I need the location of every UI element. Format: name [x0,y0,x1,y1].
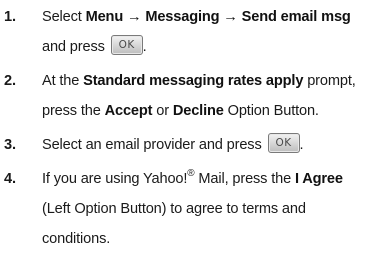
step-text: Option Button. [223,103,319,119]
step-text: . [299,137,304,153]
step-text: and press [42,39,109,55]
step-number: 2. [4,73,16,89]
step-text: press the [42,103,105,119]
step-text: Mail, press the [194,171,295,187]
step-text: or [152,103,173,119]
step-3-line-1: Select an email provider and press OK. [42,130,386,160]
menu-path: Menu → Messaging → Send email msg [85,9,351,25]
step-1-line-1: Select Menu → Messaging → Send email msg [42,2,386,32]
step-4-line-1: If you are using Yahoo!® Mail, press the… [42,164,386,194]
step-text: prompt, [303,73,356,89]
step-text: Select [42,9,86,25]
accept-label: Accept [104,103,153,119]
decline-label: Decline [172,103,224,119]
step-4: 4. If you are using Yahoo!® Mail, press … [0,164,386,254]
step-number: 4. [4,171,16,187]
step-4-line-3: conditions. [42,231,111,247]
registered-mark: ® [187,168,195,180]
prompt-name: Standard messaging rates apply [83,73,304,89]
step-4-line-2: (Left Option Button) to agree to terms a… [42,201,306,217]
step-number: 3. [4,137,16,153]
step-1-line-2: and press OK. [42,32,386,62]
step-text: . [142,39,147,55]
step-text: At the [42,73,84,89]
step-2: 2. At the Standard messaging rates apply… [0,66,386,126]
ok-key-icon: OK [267,133,300,154]
step-2-line-1: At the Standard messaging rates apply pr… [42,66,386,96]
step-number: 1. [4,9,16,25]
step-3: 3. Select an email provider and press OK… [0,130,386,160]
instruction-steps: 1. Select Menu → Messaging → Send email … [0,2,386,254]
step-text: Select an email provider and press [42,137,266,153]
step-2-line-2: press the Accept or Decline Option Butto… [42,96,386,126]
ok-key-icon: OK [110,35,143,56]
i-agree-label: I Agree [294,171,343,187]
step-1: 1. Select Menu → Messaging → Send email … [0,2,386,62]
step-text: If you are using Yahoo! [42,171,188,187]
